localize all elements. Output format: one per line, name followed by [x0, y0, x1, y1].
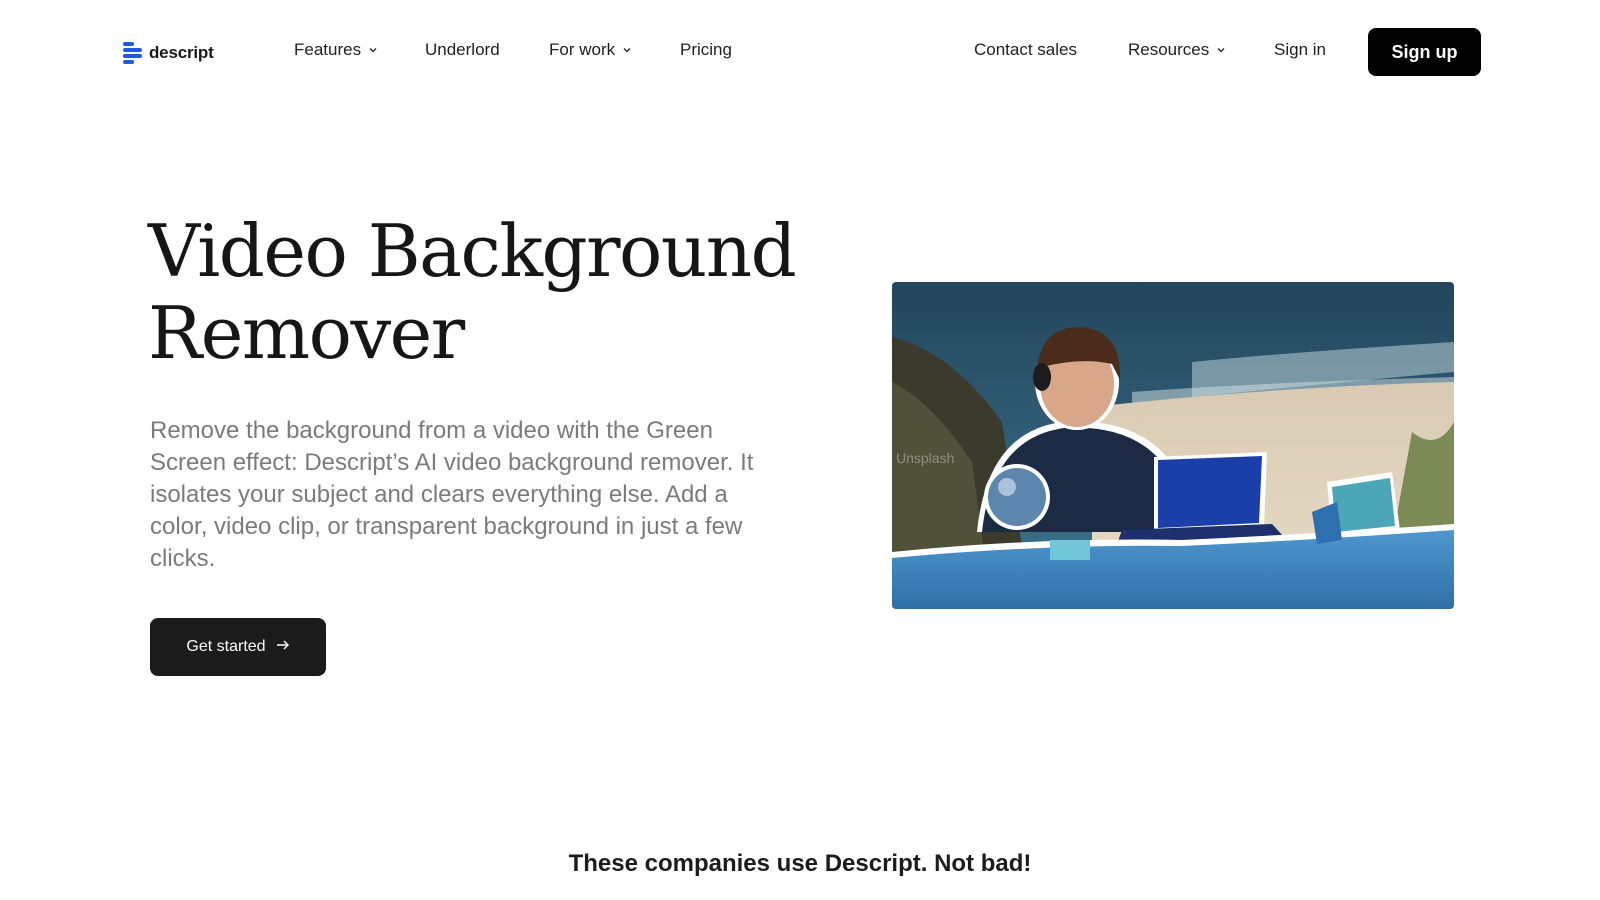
descript-logo-link[interactable]: descript: [123, 42, 214, 64]
sign-up-button[interactable]: Sign up: [1368, 28, 1481, 76]
nav-sign-in-label: Sign in: [1274, 40, 1326, 59]
descript-logo-icon: [123, 42, 142, 64]
nav-for-work-label: For work: [549, 40, 616, 59]
nav-contact-sales-label: Contact sales: [974, 40, 1077, 59]
nav-resources-label: Resources: [1128, 40, 1210, 59]
nav-resources-dropdown[interactable]: Resources: [1128, 40, 1226, 60]
chevron-down-icon: [1216, 45, 1226, 55]
hero-image: Unsplash: [892, 282, 1454, 609]
nav-sign-in-link[interactable]: Sign in: [1274, 40, 1326, 60]
get-started-button[interactable]: Get started: [150, 618, 326, 676]
get-started-label: Get started: [186, 638, 266, 655]
arrow-right-icon: [276, 638, 290, 656]
nav-underlord-link[interactable]: Underlord: [425, 40, 500, 60]
top-navigation: descript Features Underlord For work Pri…: [0, 0, 1600, 104]
nav-for-work-dropdown[interactable]: For work: [549, 40, 632, 60]
nav-contact-sales-link[interactable]: Contact sales: [974, 40, 1077, 60]
image-watermark: Unsplash: [896, 450, 955, 466]
nav-pricing-link[interactable]: Pricing: [680, 40, 732, 60]
logo-wordmark: descript: [149, 43, 214, 62]
companies-heading: These companies use Descript. Not bad!: [568, 850, 1032, 877]
nav-pricing-label: Pricing: [680, 40, 732, 59]
hero-description: Remove the background from a video with …: [150, 417, 754, 572]
page-title-line-2: Remover: [148, 291, 465, 375]
page-title: Video Background Remover: [148, 210, 828, 374]
nav-features-dropdown[interactable]: Features: [294, 40, 378, 60]
chevron-down-icon: [368, 45, 378, 55]
page-title-line-1: Video Background: [148, 209, 797, 293]
nav-underlord-label: Underlord: [425, 40, 500, 59]
nav-features-label: Features: [294, 40, 362, 59]
chevron-down-icon: [622, 45, 632, 55]
